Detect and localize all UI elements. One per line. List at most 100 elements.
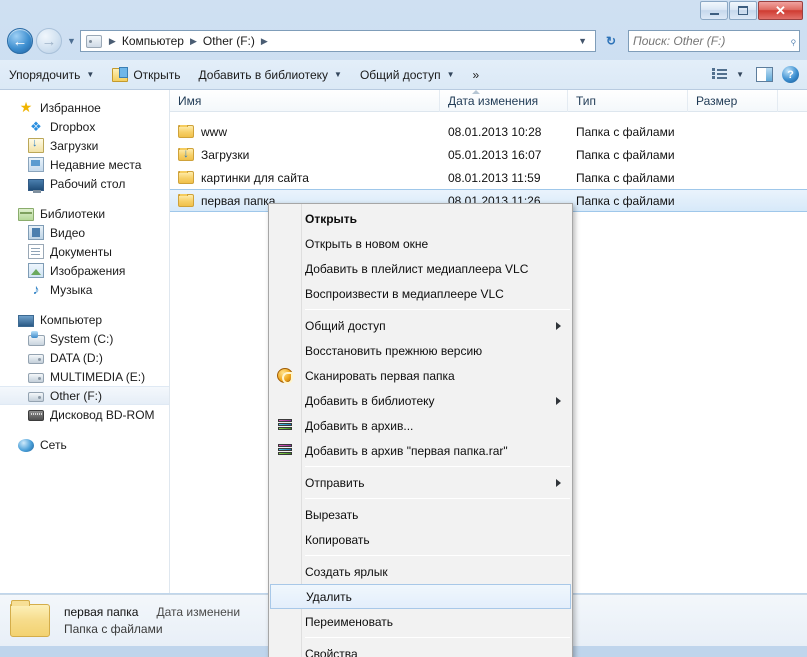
column-header-spacer [778, 90, 807, 112]
file-name-label: www [201, 124, 227, 139]
sidebar-item-music[interactable]: ♪ Музыка [0, 280, 169, 299]
column-header-date[interactable]: Дата изменения [440, 89, 568, 112]
sidebar-item-system-c[interactable]: System (C:) [0, 329, 169, 348]
sidebar-label: Other (F:) [50, 388, 103, 403]
toolbar-overflow-button[interactable]: » [463, 63, 488, 87]
menu-item-add-to-library[interactable]: Добавить в библиотеку [269, 388, 572, 413]
sidebar-item-other-f[interactable]: Other (F:) [0, 386, 169, 405]
file-type-cell: Папка с файлами [576, 170, 675, 185]
preview-pane-icon [766, 68, 772, 81]
chevron-down-icon: ▼ [736, 70, 744, 79]
sidebar-item-documents[interactable]: Документы [0, 242, 169, 261]
search-box[interactable]: ⌕ [628, 30, 800, 52]
menu-item-rename[interactable]: Переименовать [269, 609, 572, 634]
sidebar-label: Библиотеки [40, 206, 106, 221]
sidebar-item-libraries[interactable]: Библиотеки [0, 204, 169, 223]
sidebar-item-data-d[interactable]: DATA (D:) [0, 348, 169, 367]
column-header-type[interactable]: Тип [568, 89, 688, 112]
folder-icon [178, 124, 194, 138]
file-name-label: Загрузки [201, 147, 250, 162]
list-top-spacer [170, 112, 807, 120]
menu-item-add-to-archive-named[interactable]: Добавить в архив "первая папка.rar" [269, 438, 572, 463]
minimize-button[interactable] [700, 1, 728, 20]
winrar-icon [277, 443, 293, 458]
menu-item-properties[interactable]: Свойства [269, 641, 572, 657]
table-row[interactable]: www 08.01.2013 10:28 Папка с файлами [170, 120, 807, 143]
context-menu[interactable]: Открыть Открыть в новом окне Добавить в … [268, 203, 573, 657]
menu-item-vlc-play[interactable]: Воспроизвести в медиаплеере VLC [269, 281, 572, 306]
column-header-size[interactable]: Размер [688, 89, 778, 112]
sidebar-item-favorites[interactable]: ★ Избранное [0, 98, 169, 117]
refresh-button[interactable]: ↻ [600, 30, 622, 52]
file-name-cell: Загрузки [170, 147, 440, 162]
change-view-button[interactable]: ▼ [710, 63, 746, 87]
help-button[interactable]: ? [782, 66, 799, 83]
drive-icon [28, 392, 44, 402]
sidebar-item-pictures[interactable]: Изображения [0, 261, 169, 280]
submenu-arrow-icon [556, 479, 561, 487]
column-header-name[interactable]: Имя [170, 89, 440, 112]
menu-item-create-shortcut[interactable]: Создать ярлык [269, 559, 572, 584]
share-label: Общий доступ [359, 67, 441, 82]
sidebar-item-downloads[interactable]: Загрузки [0, 136, 169, 155]
forward-arrow-icon: → [41, 32, 57, 50]
menu-item-delete[interactable]: Удалить [270, 584, 571, 609]
menu-item-add-to-archive[interactable]: Добавить в архив... [269, 413, 572, 438]
sidebar-item-recent-places[interactable]: Недавние места [0, 155, 169, 174]
computer-icon [18, 314, 34, 327]
breadcrumb-item-other-f[interactable]: Other (F:) [202, 34, 256, 48]
menu-item-cut[interactable]: Вырезать [269, 502, 572, 527]
forward-button[interactable]: → [36, 28, 62, 54]
address-dropdown-icon[interactable]: ▼ [576, 36, 593, 46]
sidebar-item-computer[interactable]: Компьютер [0, 310, 169, 329]
breadcrumb[interactable]: ▶ Компьютер ▶ Other (F:) ▶ ▼ [79, 30, 596, 52]
sidebar-item-network[interactable]: Сеть [0, 435, 169, 454]
open-button[interactable]: Открыть [103, 63, 189, 87]
back-button[interactable]: ← [7, 28, 33, 54]
bd-rom-icon [28, 410, 44, 421]
documents-icon [28, 244, 44, 259]
sidebar-label: System (C:) [50, 331, 114, 346]
menu-item-open[interactable]: Открыть [269, 206, 572, 231]
close-button[interactable]: ✕ [758, 1, 803, 20]
sidebar-item-dropbox[interactable]: ❖ Dropbox [0, 117, 169, 136]
preview-pane-button[interactable] [756, 67, 773, 82]
table-row[interactable]: картинки для сайта 08.01.2013 11:59 Папк… [170, 166, 807, 189]
table-row[interactable]: Загрузки 05.01.2013 16:07 Папка с файлам… [170, 143, 807, 166]
maximize-button[interactable] [729, 1, 757, 20]
breadcrumb-separator-icon[interactable]: ▶ [256, 36, 273, 47]
menu-item-vlc-add-playlist[interactable]: Добавить в плейлист медиаплеера VLC [269, 256, 572, 281]
add-to-library-label: Добавить в библиотеку [198, 67, 329, 82]
menu-item-scan[interactable]: Сканировать первая папка [269, 363, 572, 388]
menu-item-label: Сканировать первая папка [305, 368, 455, 383]
menu-separator [305, 555, 570, 556]
status-info: первая папка Дата изменени Папка с файла… [64, 605, 240, 636]
file-name-cell: www [170, 124, 440, 139]
folder-icon [178, 170, 194, 184]
menu-item-send-to[interactable]: Отправить [269, 470, 572, 495]
menu-item-restore-previous-versions[interactable]: Восстановить прежнюю версию [269, 338, 572, 363]
sidebar-item-multimedia-e[interactable]: MULTIMEDIA (E:) [0, 367, 169, 386]
organize-button[interactable]: Упорядочить ▼ [0, 63, 103, 87]
menu-item-share[interactable]: Общий доступ [269, 313, 572, 338]
dropbox-icon: ❖ [30, 119, 42, 134]
sidebar-label: Музыка [50, 282, 93, 297]
open-label: Открыть [133, 67, 181, 82]
chevron-down-icon: ▼ [446, 70, 455, 79]
computer-icon [85, 34, 102, 48]
sidebar-item-videos[interactable]: Видео [0, 223, 169, 242]
music-icon: ♪ [32, 281, 40, 297]
history-dropdown-button[interactable]: ▼ [67, 36, 76, 46]
share-button[interactable]: Общий доступ ▼ [351, 63, 464, 87]
menu-separator [305, 637, 570, 638]
search-input[interactable] [633, 34, 790, 48]
drive-icon [28, 354, 44, 364]
breadcrumb-item-computer[interactable]: Компьютер [121, 34, 185, 48]
sidebar-label: Изображения [50, 263, 126, 278]
help-icon: ? [787, 68, 794, 81]
menu-item-copy[interactable]: Копировать [269, 527, 572, 552]
sidebar-item-bd-rom[interactable]: Дисковод BD-ROM [0, 405, 169, 424]
add-to-library-button[interactable]: Добавить в библиотеку ▼ [189, 63, 350, 87]
sidebar-item-desktop[interactable]: Рабочий стол [0, 174, 169, 193]
menu-item-open-new-window[interactable]: Открыть в новом окне [269, 231, 572, 256]
